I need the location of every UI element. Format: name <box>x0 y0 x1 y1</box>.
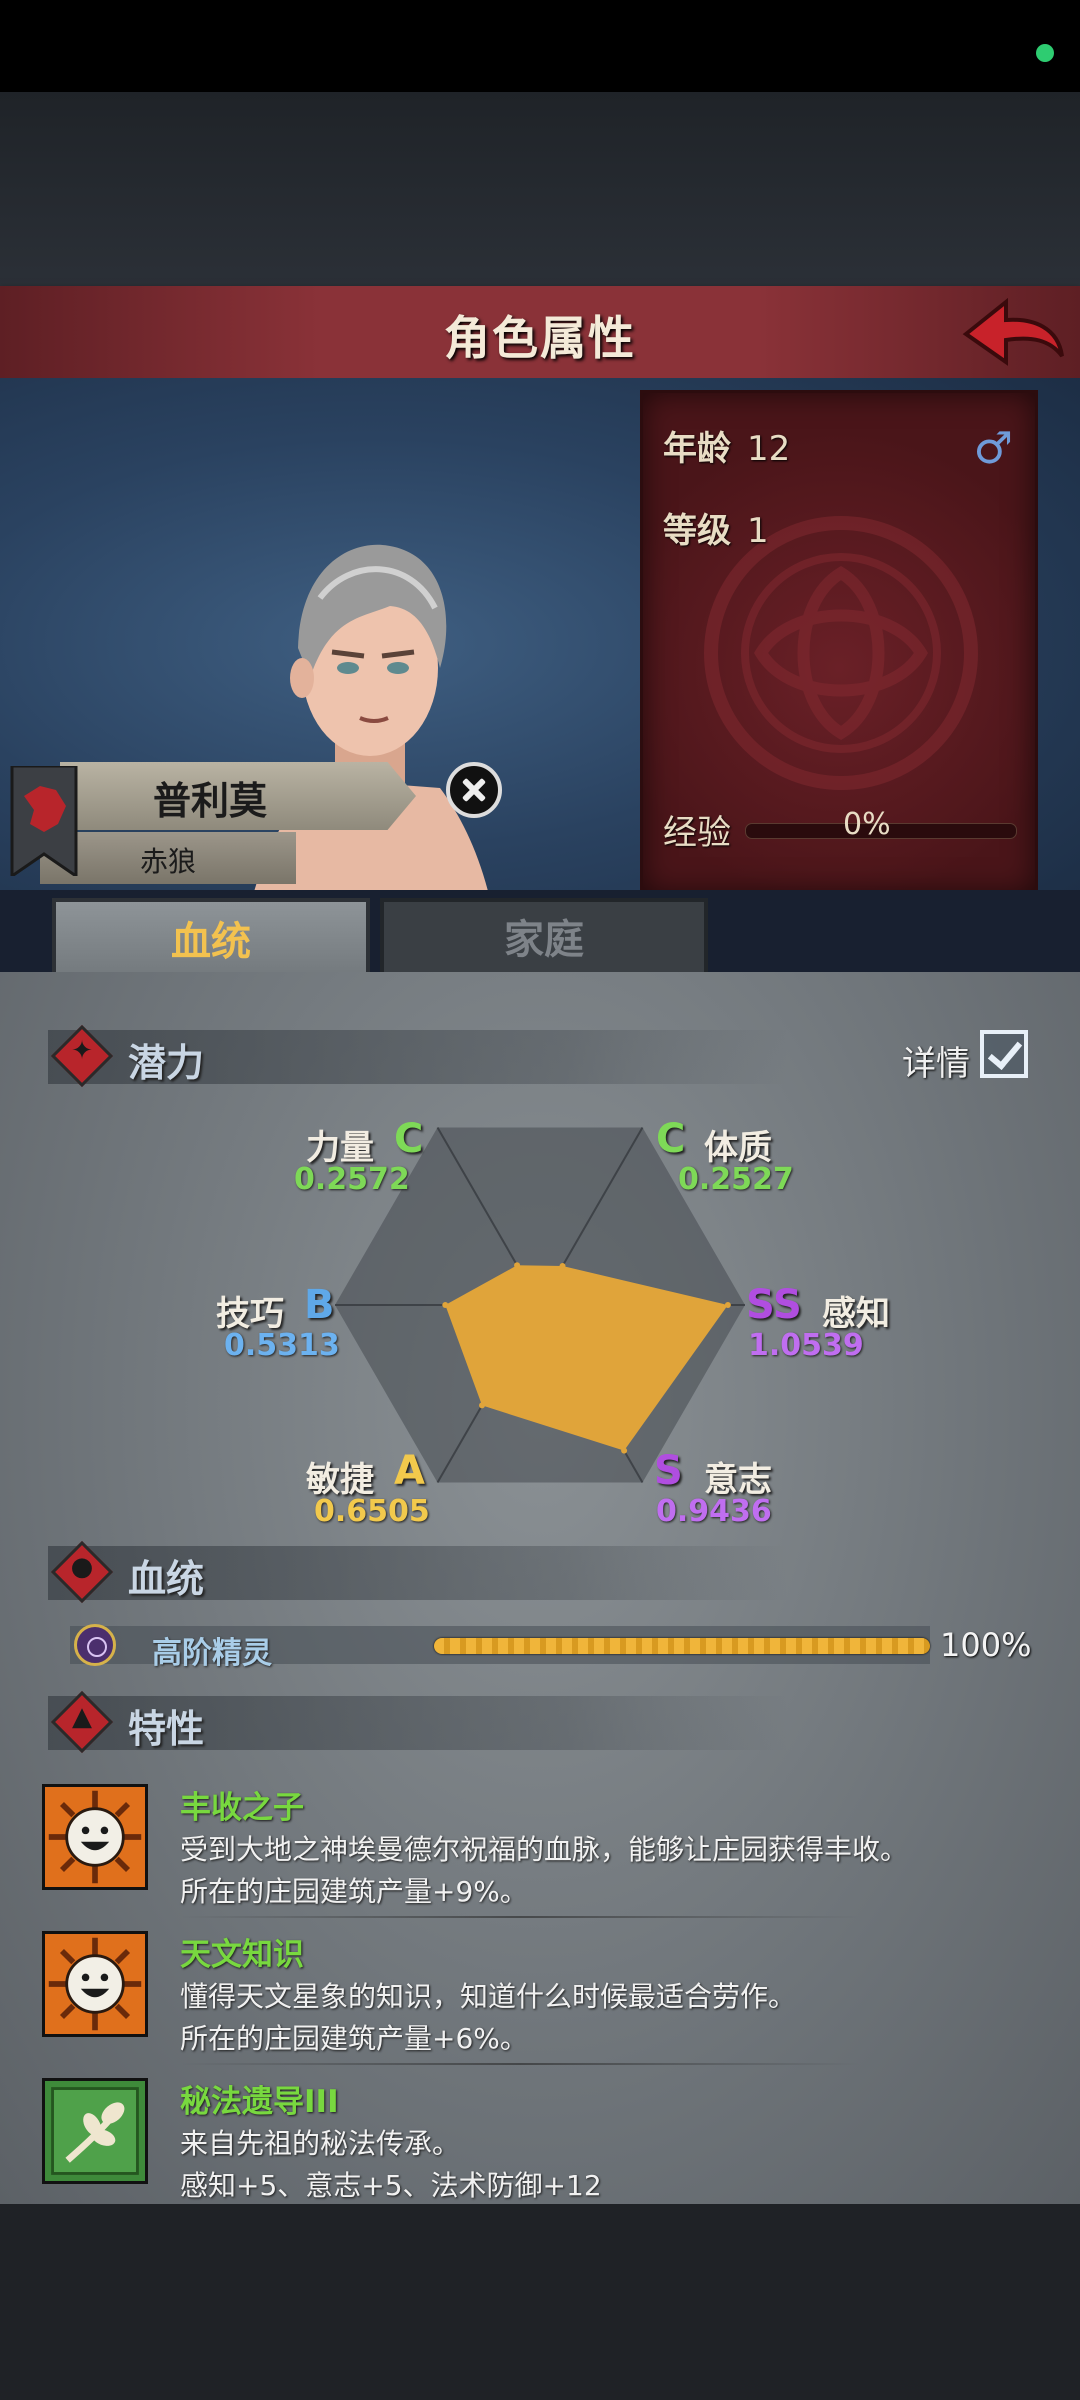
radar-point <box>621 1447 628 1454</box>
trait-effect: 所在的庄园建筑产量+6%。 <box>180 2022 528 2055</box>
radar-point <box>514 1262 521 1269</box>
trait-name: 天文知识 <box>180 1937 304 1973</box>
page-title: 角色属性 <box>444 311 636 365</box>
divider <box>180 1916 860 1918</box>
blood-drop-section-icon: ● <box>50 1540 114 1604</box>
bottom-background <box>0 2204 1080 2400</box>
stat-value-will: 0.9436 <box>656 1494 772 1529</box>
trait-description: 受到大地之神埃曼德尔祝福的血脉，能够让庄园获得丰收。 <box>180 1833 909 1866</box>
trait-item[interactable]: 天文知识 懂得天文星象的知识，知道什么时候最适合劳作。 所在的庄园建筑产量+6%… <box>42 1927 1042 2067</box>
character-name: 普利莫 <box>152 779 267 823</box>
stat-grade-agility: A <box>394 1448 425 1494</box>
character-title: 赤狼 <box>139 845 196 878</box>
potential-section-title: 潜力 <box>128 1041 205 1085</box>
age-row: 年龄 12 <box>663 421 790 470</box>
trait-effect: 感知+5、意志+5、法术防御+12 <box>180 2169 602 2202</box>
stat-grade-perception: SS <box>746 1282 802 1328</box>
male-symbol-icon: ♂ <box>973 423 1013 474</box>
stat-grade-will: S <box>654 1448 683 1494</box>
celtic-knot-icon <box>704 516 978 790</box>
info-panel: 年龄 12 ♂ 等级 1 经验 0% <box>640 390 1038 896</box>
trait-name: 丰收之子 <box>180 1790 304 1826</box>
stat-value-perception: 1.0539 <box>748 1328 864 1363</box>
leaf-branch-icon <box>42 2078 148 2184</box>
potential-section-icon: ✦ <box>50 1024 114 1088</box>
age-label: 年龄 <box>663 429 731 469</box>
traits-section-title: 特性 <box>128 1707 205 1751</box>
radar-point <box>724 1302 731 1308</box>
wolf-banner-icon <box>10 766 78 876</box>
stat-value-constitution: 0.2527 <box>678 1162 794 1197</box>
potential-radar-chart <box>335 1126 745 1484</box>
status-bar <box>0 0 1080 92</box>
back-arrow-icon[interactable] <box>962 294 1066 372</box>
stat-value-strength: 0.2572 <box>294 1162 410 1197</box>
smiling-sun-icon <box>42 1931 148 2037</box>
flame-section-icon: ▲ <box>50 1690 114 1754</box>
age-value: 12 <box>747 429 791 469</box>
trait-name: 秘法遗导III <box>180 2084 339 2120</box>
divider <box>180 2063 860 2065</box>
stat-value-skill: 0.5313 <box>224 1328 340 1363</box>
bloodline-bar <box>434 1638 930 1654</box>
radar-point <box>479 1402 486 1409</box>
smiling-sun-icon <box>42 1784 148 1890</box>
level-label: 等级 <box>663 511 731 551</box>
radar-point <box>559 1262 566 1269</box>
level-value: 1 <box>747 511 769 551</box>
stat-value-agility: 0.6505 <box>314 1494 430 1529</box>
title-bar: 角色属性 <box>0 286 1080 382</box>
bloodline-row: 高阶精灵 100% <box>70 1622 1040 1674</box>
trait-description: 懂得天文星象的知识，知道什么时候最适合劳作。 <box>180 1980 797 2013</box>
trait-description: 来自先祖的秘法传承。 <box>180 2127 461 2160</box>
exp-label: 经验 <box>663 813 731 853</box>
stat-grade-strength: C <box>394 1116 424 1162</box>
high-elf-emblem-icon <box>74 1624 116 1666</box>
bloodline-name: 高阶精灵 <box>152 1636 272 1671</box>
trait-item[interactable]: 丰收之子 受到大地之神埃曼德尔祝福的血脉，能够让庄园获得丰收。 所在的庄园建筑产… <box>42 1780 1042 1920</box>
notification-dot <box>1036 44 1054 62</box>
stat-grade-skill: B <box>304 1282 335 1328</box>
trait-effect: 所在的庄园建筑产量+9%。 <box>180 1875 528 1908</box>
top-background <box>0 92 1080 288</box>
trait-item[interactable]: 秘法遗导III 来自先祖的秘法传承。 感知+5、意志+5、法术防御+12 <box>42 2074 1042 2214</box>
bloodline-percent: 100% <box>940 1626 1032 1664</box>
close-button[interactable] <box>446 762 502 818</box>
detail-checkbox[interactable] <box>980 1030 1028 1078</box>
level-row: 等级 1 <box>663 503 769 552</box>
radar-point <box>442 1302 449 1308</box>
detail-label: 详情 <box>902 1044 970 1084</box>
exp-value: 0% <box>843 807 891 842</box>
bloodline-section-title: 血统 <box>128 1557 205 1601</box>
stat-grade-constitution: C <box>656 1116 686 1162</box>
bloodline-bar-fill <box>434 1638 930 1654</box>
